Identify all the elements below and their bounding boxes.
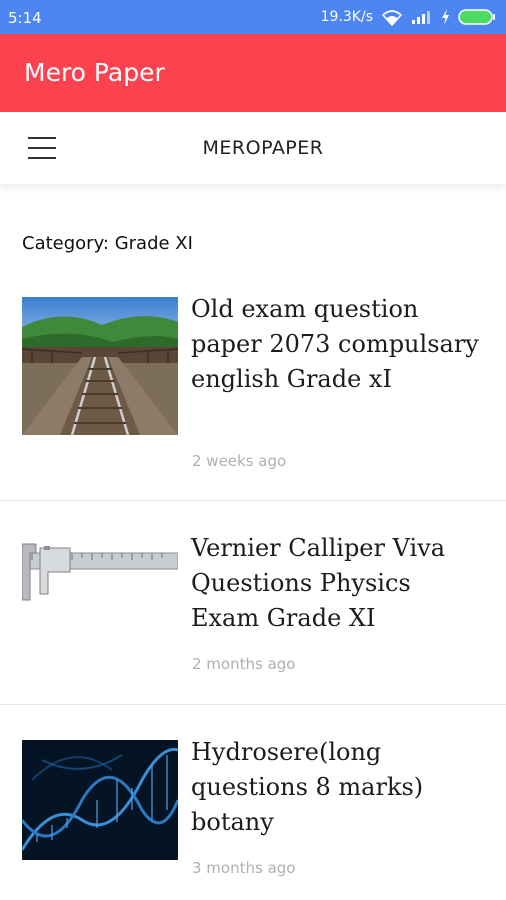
post-title[interactable]: Vernier Calliper Viva Questions Physics … xyxy=(191,531,481,636)
post-timestamp: 3 months ago xyxy=(192,859,296,877)
app-bar: Mero Paper xyxy=(0,34,506,112)
railway-track-image[interactable] xyxy=(22,297,178,435)
status-icons: 19.3K/s xyxy=(321,6,496,28)
dna-helix-image[interactable] xyxy=(22,740,178,860)
wifi-icon xyxy=(381,8,403,26)
status-bar: 5:14 19.3K/s xyxy=(0,0,506,34)
post-timestamp: 2 months ago xyxy=(192,655,296,673)
post-divider xyxy=(0,500,506,501)
category-heading: Category: Grade XI xyxy=(22,233,193,254)
post-title[interactable]: Hydrosere(long questions 8 marks) botany xyxy=(191,735,481,840)
app-title: Mero Paper xyxy=(24,58,165,87)
vernier-caliper-image[interactable] xyxy=(22,536,178,674)
network-speed: 19.3K/s xyxy=(320,9,373,25)
status-time: 5:14 xyxy=(8,9,42,27)
battery-icon xyxy=(458,9,496,25)
post-title[interactable]: Old exam question paper 2073 compulsary … xyxy=(191,292,481,397)
post-timestamp: 2 weeks ago xyxy=(192,452,287,470)
signal-icon xyxy=(411,9,433,25)
charging-icon xyxy=(441,9,450,25)
post-divider xyxy=(0,704,506,705)
site-brand[interactable]: MEROPAPER xyxy=(0,137,506,159)
site-header: MEROPAPER xyxy=(0,112,506,184)
